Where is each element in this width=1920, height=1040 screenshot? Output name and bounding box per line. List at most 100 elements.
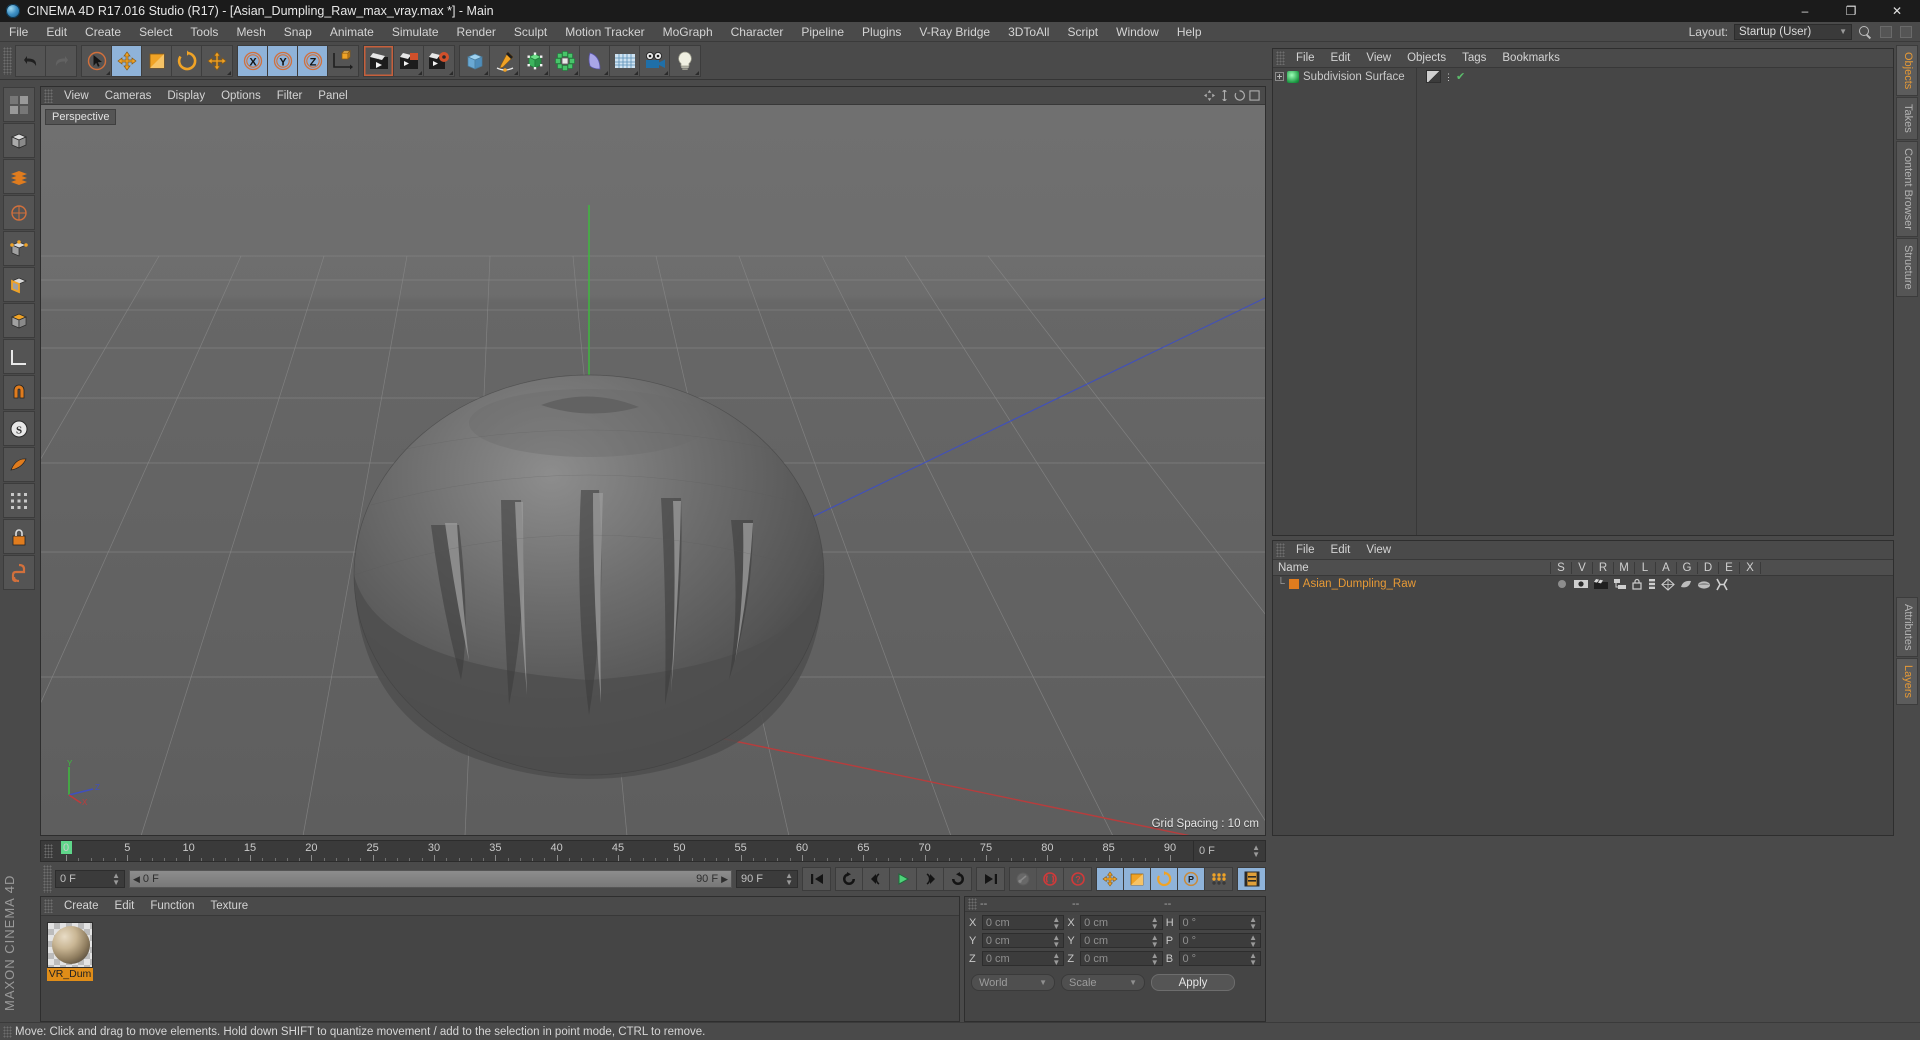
menu-motion-tracker[interactable]: Motion Tracker xyxy=(556,22,653,42)
menu-mesh[interactable]: Mesh xyxy=(227,22,274,42)
spinner-icon[interactable]: ▲ ▼ xyxy=(1151,951,1159,966)
render-picture-viewer-icon[interactable] xyxy=(394,45,424,76)
coord-rot-p-input[interactable]: 0 ° ▲ ▼ xyxy=(1178,933,1262,948)
undo-icon[interactable] xyxy=(16,45,46,76)
xpresso-icon[interactable] xyxy=(1715,578,1729,591)
zoom-view-icon[interactable] xyxy=(1219,90,1230,101)
spline-pen-icon[interactable] xyxy=(490,45,520,76)
coord-rot-b-input[interactable]: 0 ° ▲ ▼ xyxy=(1178,951,1262,966)
go-to-start-icon[interactable] xyxy=(803,868,830,890)
key-position-icon[interactable] xyxy=(1097,868,1124,890)
timeline-frame-field[interactable]: 0 F ▲ ▼ xyxy=(1193,841,1265,861)
generator-icon[interactable] xyxy=(1661,577,1675,591)
spinner-icon[interactable]: ▲ ▼ xyxy=(1151,915,1159,930)
viewport-menu-cameras[interactable]: Cameras xyxy=(97,87,160,105)
lm-menu-view[interactable]: View xyxy=(1358,541,1399,560)
pan-view-icon[interactable] xyxy=(1204,90,1215,101)
floor-scene-icon[interactable] xyxy=(610,45,640,76)
playback-grip[interactable] xyxy=(43,865,52,893)
layer-name-cell[interactable]: └ Asian_Dumpling_Raw xyxy=(1273,578,1551,590)
om-menu-edit[interactable]: Edit xyxy=(1323,49,1359,68)
viewport-menu-display[interactable]: Display xyxy=(159,87,213,105)
axis-mode-icon[interactable] xyxy=(3,339,35,374)
menu-pipeline[interactable]: Pipeline xyxy=(792,22,853,42)
tab-layers[interactable]: Layers xyxy=(1896,658,1918,706)
coord-size-x-input[interactable]: 0 cm ▲ ▼ xyxy=(1080,915,1163,930)
visibility-check-icon[interactable]: ✔ xyxy=(1456,70,1465,83)
python-script-icon[interactable] xyxy=(3,555,35,590)
spinner-icon[interactable]: ▲ ▼ xyxy=(1052,915,1060,930)
spinner-icon[interactable]: ▲ ▼ xyxy=(112,872,120,887)
spinner-icon[interactable]: ▲ ▼ xyxy=(1052,933,1060,948)
material-item[interactable]: VR_Dum xyxy=(47,922,93,981)
end-frame-input[interactable]: 90 F ▲ ▼ xyxy=(736,870,798,888)
menu-plugins[interactable]: Plugins xyxy=(853,22,910,42)
range-left-arrow-icon[interactable]: ◀ xyxy=(133,874,140,885)
apply-button[interactable]: Apply xyxy=(1151,974,1235,991)
menu-vray-bridge[interactable]: V-Ray Bridge xyxy=(910,22,999,42)
spinner-icon[interactable]: ▲ ▼ xyxy=(1252,844,1260,859)
spinner-icon[interactable]: ▲ ▼ xyxy=(1052,951,1060,966)
om-menu-view[interactable]: View xyxy=(1358,49,1399,68)
coordinate-system-dropdown[interactable]: World ▼ xyxy=(971,974,1055,991)
live-selection-icon[interactable] xyxy=(82,45,112,76)
knife-icon[interactable] xyxy=(3,447,35,482)
range-right-arrow-icon[interactable]: ▶ xyxy=(721,874,728,885)
close-button[interactable]: ✕ xyxy=(1874,0,1920,22)
rotate-icon[interactable] xyxy=(172,45,202,76)
play-forward-icon[interactable] xyxy=(890,868,917,890)
viewport-3d-canvas[interactable]: Perspective Y Z X Grid Spacing: 10 cm xyxy=(41,105,1265,835)
menu-mograph[interactable]: MoGraph xyxy=(654,22,722,42)
menu-file[interactable]: File xyxy=(0,22,37,42)
viewport-menu-panel[interactable]: Panel xyxy=(310,87,355,105)
model-mode-icon[interactable] xyxy=(3,159,35,194)
axis-z-icon[interactable]: Z xyxy=(298,45,328,76)
tab-takes[interactable]: Takes xyxy=(1896,97,1918,141)
layer-manager-grip[interactable] xyxy=(1276,543,1285,557)
menu-window[interactable]: Window xyxy=(1107,22,1168,42)
polygons-mode-icon[interactable] xyxy=(3,303,35,338)
object-tree[interactable]: Subdivision Surface xyxy=(1273,68,1417,535)
key-pla-icon[interactable] xyxy=(1205,868,1232,890)
snap-magnet-icon[interactable] xyxy=(3,375,35,410)
coordinates-grip[interactable] xyxy=(968,898,977,910)
menu-snap[interactable]: Snap xyxy=(275,22,321,42)
prev-frame-icon[interactable] xyxy=(863,868,890,890)
world-coord-icon[interactable] xyxy=(328,46,358,76)
mat-menu-create[interactable]: Create xyxy=(56,897,107,916)
menu-edit[interactable]: Edit xyxy=(37,22,76,42)
lm-menu-file[interactable]: File xyxy=(1288,541,1323,560)
menu-animate[interactable]: Animate xyxy=(321,22,383,42)
object-row[interactable]: Subdivision Surface xyxy=(1273,68,1416,85)
visible-eye-icon[interactable] xyxy=(1573,578,1589,590)
material-swatch-area[interactable]: VR_Dum xyxy=(41,916,959,987)
menu-render[interactable]: Render xyxy=(448,22,505,42)
cube-primitive-icon[interactable] xyxy=(460,45,490,76)
current-frame-input[interactable]: 0 F ▲ ▼ xyxy=(55,870,125,888)
object-tag-icon[interactable] xyxy=(1426,70,1441,83)
manager-icon[interactable] xyxy=(1613,578,1627,590)
timeline-icon[interactable] xyxy=(1238,868,1265,890)
status-grip[interactable] xyxy=(3,1025,12,1038)
om-menu-bookmarks[interactable]: Bookmarks xyxy=(1494,49,1568,68)
om-menu-objects[interactable]: Objects xyxy=(1399,49,1454,68)
search-icon[interactable] xyxy=(1858,25,1872,39)
move-icon[interactable] xyxy=(112,45,142,76)
layer-color-swatch[interactable] xyxy=(1288,579,1299,589)
viewport-menu-view[interactable]: View xyxy=(56,87,97,105)
axis-x-icon[interactable]: X xyxy=(238,45,268,76)
tab-objects[interactable]: Objects xyxy=(1896,45,1918,97)
panel-restore-button[interactable] xyxy=(1880,25,1892,38)
object-tag-area[interactable]: ⋮ ✔ xyxy=(1417,68,1893,535)
viewport-menu-filter[interactable]: Filter xyxy=(269,87,311,105)
viewport-grip[interactable] xyxy=(44,88,53,103)
key-param-icon[interactable]: P xyxy=(1178,868,1205,890)
viewport-mode-icon[interactable] xyxy=(3,87,35,122)
axis-y-icon[interactable]: Y xyxy=(268,45,298,76)
edges-mode-icon[interactable] xyxy=(3,267,35,302)
redo-icon[interactable] xyxy=(46,46,76,76)
record-key-icon[interactable] xyxy=(1037,868,1064,890)
grid-snap-icon[interactable] xyxy=(3,483,35,518)
layout-dropdown[interactable]: Startup (User) ▼ xyxy=(1734,23,1852,40)
menu-3dtoall[interactable]: 3DToAll xyxy=(999,22,1058,42)
